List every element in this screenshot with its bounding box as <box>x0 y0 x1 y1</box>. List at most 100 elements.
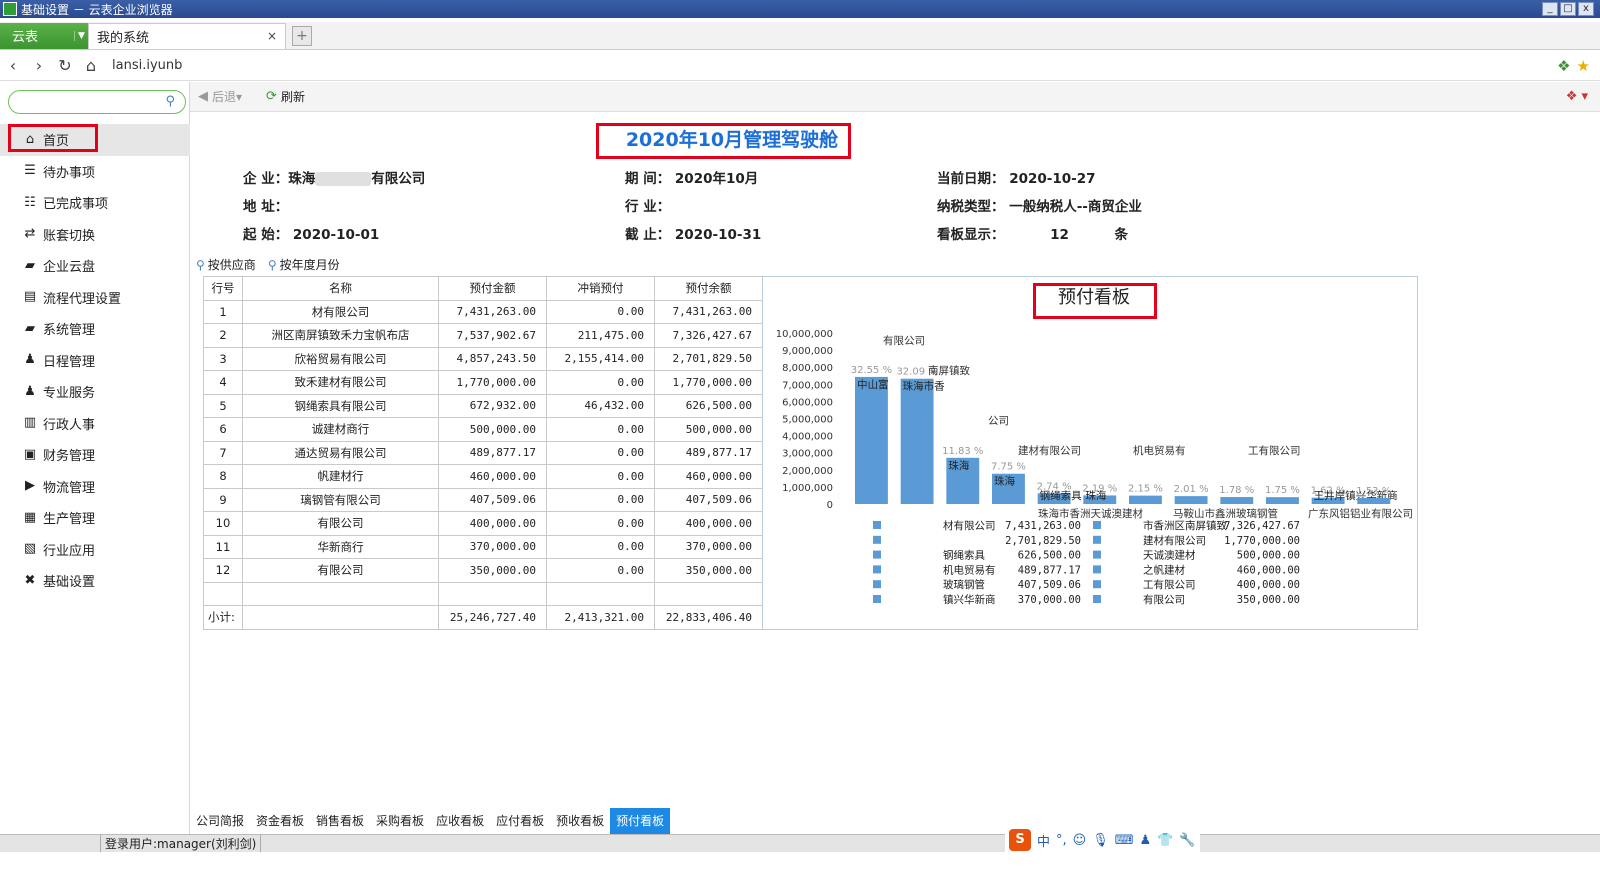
table-row[interactable]: 6 诚建材商行 500,000.00 0.00 500,000.00 <box>203 417 763 442</box>
grid-icon: ▧ <box>23 541 37 557</box>
pct-label: 2.15 % <box>1128 484 1163 495</box>
bottom-tab-3[interactable]: 采购看板 <box>370 808 430 834</box>
bottom-tab-5[interactable]: 应付看板 <box>490 808 550 834</box>
bar-label: 珠海市香 <box>903 380 945 393</box>
bottom-tab-0[interactable]: 公司简报 <box>190 808 250 834</box>
filter-by-supplier[interactable]: ⚲ 按供应商 <box>196 256 256 273</box>
table-row[interactable]: 2 洲区南屏镇致禾力宝帆布店 7,537,902.67 211,475.00 7,326… <box>203 323 763 348</box>
table-row[interactable]: 7 通达贸易有限公司 489,877.17 0.00 489,877.17 <box>203 440 763 465</box>
search-icon: ⚲ <box>196 257 205 272</box>
search-input[interactable] <box>19 92 159 112</box>
category-label: 公司 <box>988 415 1009 427</box>
sidebar-item-8[interactable]: ♟ 专业服务 <box>0 376 190 408</box>
search-icon[interactable]: ⚲ <box>165 94 175 109</box>
ime-punctuation[interactable]: °, <box>1056 833 1067 848</box>
bottom-tab-7[interactable]: 预付看板 <box>610 808 671 834</box>
wrench-icon[interactable]: 🔧 <box>1179 833 1195 848</box>
table-cell: 7,431,263.00 <box>438 299 547 324</box>
sidebar-item-label: 行政人事 <box>43 417 96 433</box>
table-cell: 500,000.00 <box>438 417 547 442</box>
home-icon[interactable]: ⌂ <box>78 56 104 75</box>
back-button[interactable]: ◀ 后退 ▾ <box>198 88 242 105</box>
table-row[interactable]: 10 有限公司 400,000.00 0.00 400,000.00 <box>203 511 763 536</box>
minimize-button[interactable]: _ <box>1542 2 1558 16</box>
filter-by-year-month[interactable]: ⚲ 按年度月份 <box>268 256 340 273</box>
brand-label: 云表 <box>12 30 39 45</box>
bar <box>1174 496 1208 504</box>
tab-my-system[interactable]: 我的系统 × <box>88 22 286 49</box>
table-row[interactable]: 11 华新商行 370,000.00 0.00 370,000.00 <box>203 534 763 559</box>
bottom-tab-2[interactable]: 销售看板 <box>310 808 370 834</box>
table-cell: 400,000.00 <box>654 511 763 536</box>
refresh-button[interactable]: ⟳ 刷新 <box>266 88 305 105</box>
period-info: 期 间： 2020年10月 <box>625 171 759 187</box>
bottom-tab-1[interactable]: 资金看板 <box>250 808 310 834</box>
table-row[interactable]: 3 欣裕贸易有限公司 4,857,243.50 2,155,414.00 2,701,8… <box>203 346 763 371</box>
legend-value: 370,000.00 <box>1018 594 1081 606</box>
sidebar-item-5[interactable]: ▤ 流程代理设置 <box>0 282 190 314</box>
today-info: 当前日期： 2020-10-27 <box>937 171 1096 187</box>
sidebar-item-2[interactable]: ☷ 已完成事项 <box>0 187 190 219</box>
sidebar-item-6[interactable]: ▰ 系统管理 <box>0 313 190 345</box>
close-window-button[interactable]: x <box>1578 2 1594 16</box>
sidebar-item-4[interactable]: ▰ 企业云盘 <box>0 250 190 282</box>
sidebar-item-3[interactable]: ⇄ 账套切换 <box>0 219 190 251</box>
sidebar-item-7[interactable]: ♟ 日程管理 <box>0 345 190 377</box>
url-field[interactable]: lansi.iyunb <box>112 58 182 73</box>
table-cell: 460,000.00 <box>438 464 547 489</box>
table-cell: 407,509.06 <box>654 487 763 512</box>
table-cell: 370,000.00 <box>438 534 547 559</box>
sidebar-item-14[interactable]: ✖ 基础设置 <box>0 565 190 597</box>
sidebar-item-0[interactable]: ⌂ 首页 <box>0 124 190 156</box>
sidebar-item-10[interactable]: ▣ 财务管理 <box>0 439 190 471</box>
legend-value: 350,000.00 <box>1237 594 1300 606</box>
maximize-button[interactable]: □ <box>1560 2 1576 16</box>
new-tab-button[interactable]: + <box>292 25 312 46</box>
table-cell: 672,932.00 <box>438 393 547 418</box>
sidebar-item-13[interactable]: ▧ 行业应用 <box>0 534 190 566</box>
table-row[interactable]: 9 璃钢管有限公司 407,509.06 0.00 407,509.06 <box>203 487 763 512</box>
table-cell: 9 <box>203 487 243 512</box>
bottom-tab-4[interactable]: 应收看板 <box>430 808 490 834</box>
star-icon[interactable]: ★ <box>1577 57 1590 75</box>
forward-arrow-icon[interactable]: › <box>26 56 52 75</box>
sidebar-item-12[interactable]: ▦ 生产管理 <box>0 502 190 534</box>
chevron-down-icon[interactable]: ▼ <box>74 30 88 41</box>
shirt-icon[interactable]: 👕 <box>1157 833 1173 848</box>
keyboard-icon[interactable]: ⌨ <box>1115 833 1134 848</box>
microphone-icon[interactable]: 🎙 <box>1092 833 1109 848</box>
table-cell: 489,877.17 <box>654 440 763 465</box>
sidebar-item-1[interactable]: ☰ 待办事项 <box>0 156 190 188</box>
table-cell: 0.00 <box>546 511 655 536</box>
brand-menu-button[interactable]: 云表 ▼ <box>0 22 88 49</box>
ime-logo-icon[interactable]: S <box>1009 829 1031 851</box>
table-row[interactable]: 5 钢绳索具有限公司 672,932.00 46,432.00 626,500.00 <box>203 393 763 418</box>
emoji-icon[interactable]: ☺ <box>1073 833 1087 848</box>
y-tick-label: 4,000,000 <box>782 432 833 443</box>
back-arrow-icon[interactable]: ‹ <box>0 56 26 75</box>
ime-language[interactable]: 中 <box>1037 831 1050 850</box>
bar-label: 中山富 <box>857 378 889 391</box>
legend-value: 7,431,263.00 <box>1005 520 1081 532</box>
table-cell: 帆建材行 <box>242 464 439 489</box>
empty-row <box>203 581 763 606</box>
close-tab-icon[interactable]: × <box>267 29 277 43</box>
sidebar-item-11[interactable]: ▶ 物流管理 <box>0 471 190 503</box>
list-icon: ☰ <box>24 163 36 179</box>
table-row[interactable]: 12 有限公司 350,000.00 0.00 350,000.00 <box>203 558 763 583</box>
table-row[interactable]: 8 帆建材行 460,000.00 0.00 460,000.00 <box>203 464 763 489</box>
y-tick-label: 5,000,000 <box>782 415 833 426</box>
folder-icon: ▰ <box>25 257 35 273</box>
table-row[interactable]: 4 致禾建材有限公司 1,770,000.00 0.00 1,770,000.00 <box>203 370 763 395</box>
bottom-tab-6[interactable]: 预收看板 <box>550 808 610 834</box>
table-row[interactable]: 1 材有限公司 7,431,263.00 0.00 7,431,263.00 <box>203 299 763 324</box>
table-cell: 407,509.06 <box>438 487 547 512</box>
refresh-icon: ⟳ <box>266 89 277 104</box>
sidebar-item-9[interactable]: ▥ 行政人事 <box>0 408 190 440</box>
apps-icon[interactable]: ❖ ▾ <box>1566 89 1588 104</box>
user-icon[interactable]: ♟ <box>1140 833 1152 848</box>
reload-icon[interactable]: ↻ <box>52 56 78 75</box>
legend-swatch <box>1093 565 1101 574</box>
switch-icon: ⇄ <box>24 226 36 242</box>
extension-icon[interactable]: ❖ <box>1557 57 1570 75</box>
